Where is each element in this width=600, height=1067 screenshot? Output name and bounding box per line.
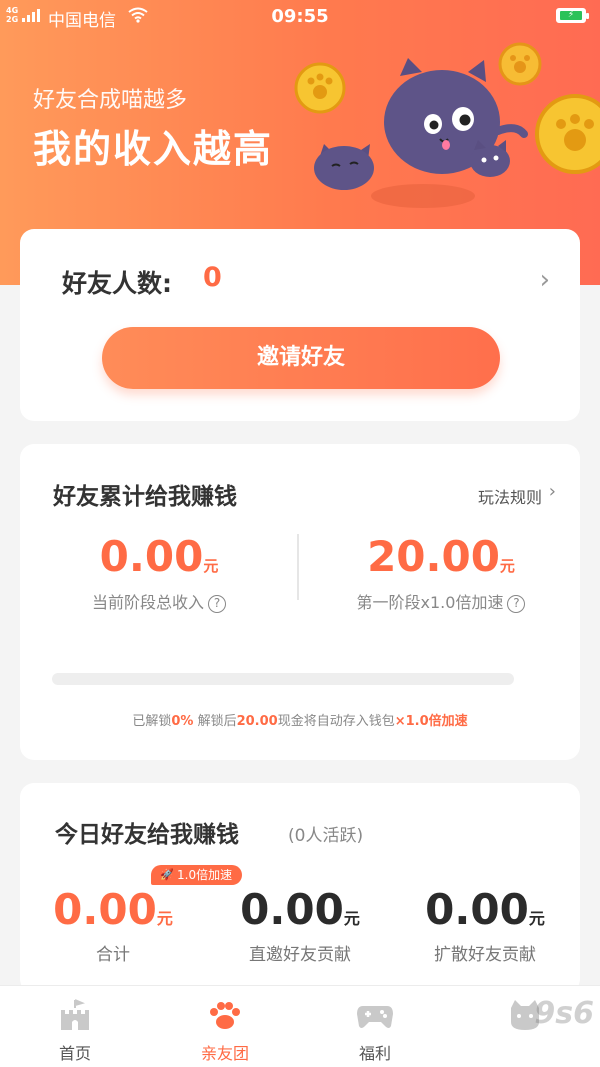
help-icon[interactable]: ? [208, 595, 226, 613]
chevron-right-icon[interactable]: › [549, 481, 556, 502]
rules-link[interactable]: 玩法规则 [478, 484, 542, 508]
chevron-right-icon[interactable]: › [540, 265, 550, 295]
stat-caption: 第一阶段x1.0倍加速 [356, 593, 504, 612]
stat-unit: 元 [343, 909, 360, 928]
stat-unit: 元 [528, 909, 545, 928]
small-cat-icon [470, 140, 510, 177]
hero-subtitle: 好友合成喵越多 [33, 88, 188, 113]
cumulative-earnings-title: 好友累计给我赚钱 [53, 484, 237, 510]
gold-coin-icon [498, 42, 542, 86]
today-earnings-title: 今日好友给我赚钱 [55, 822, 239, 848]
today-earnings-card: 今日好友给我赚钱 (0人活跃) 🚀 1.0倍加速 0.00元 合计 0.00元 直… [20, 783, 580, 993]
stat-value: 20.00 [367, 532, 500, 581]
small-cat-icon [314, 144, 374, 190]
tab-label: 首页 [58, 1044, 91, 1063]
friends-card: 好友人数: 0 › 邀请好友 [20, 229, 580, 421]
friend-count-value: 0 [203, 262, 222, 293]
stage-target: 20.00元 第一阶段x1.0倍加速? [302, 532, 580, 613]
rocket-icon: 🚀 [160, 868, 174, 881]
tab-label: 福利 [358, 1044, 391, 1063]
direct-invite-contribution: 0.00元 直邀好友贡献 [207, 885, 393, 965]
invite-friends-button[interactable]: 邀请好友 [102, 327, 500, 389]
bottom-tab-bar: 首页 亲友团 福利 [0, 985, 600, 1067]
stat-value: 0.00 [425, 885, 529, 934]
stat-unit: 元 [156, 909, 173, 928]
help-icon[interactable]: ? [507, 595, 526, 613]
status-bar: 4G 2G 中国电信 09:55 ⚡ [0, 0, 600, 36]
hero-title: 我的收入越高 [33, 127, 274, 171]
gold-coin-icon [294, 62, 346, 114]
stat-value: 0.00 [99, 532, 204, 581]
castle-icon [61, 999, 89, 1030]
stat-unit: 元 [203, 557, 219, 575]
watermark: 9s6 [534, 996, 594, 1031]
unlock-progress-bar [52, 673, 514, 685]
friend-count-label: 好友人数: [62, 269, 172, 298]
active-friends-count: (0人活跃) [288, 826, 364, 846]
current-stage-income: 0.00元 当前阶段总收入? [20, 532, 298, 613]
spread-friends-contribution: 0.00元 扩散好友贡献 [392, 885, 578, 965]
gamepad-icon [357, 1006, 393, 1028]
stat-value: 0.00 [53, 885, 157, 934]
stat-caption: 直邀好友贡献 [249, 945, 351, 965]
cumulative-earnings-card: 好友累计给我赚钱 玩法规则 › 0.00元 当前阶段总收入? 20.00元 第一… [20, 444, 580, 760]
tab-home[interactable]: 首页 [0, 986, 150, 1067]
divider [297, 534, 299, 600]
unlock-note: 已解锁0% 解锁后20.00现金将自动存入钱包×1.0倍加速 [132, 714, 468, 729]
battery-icon: ⚡ [556, 8, 589, 23]
stat-caption: 扩散好友贡献 [434, 945, 536, 965]
tab-friends-group[interactable]: 亲友团 [150, 986, 300, 1067]
speed-badge: 🚀 1.0倍加速 [151, 865, 243, 885]
gold-coin-icon [535, 94, 600, 174]
tab-label: 亲友团 [200, 1044, 249, 1063]
stat-caption: 合计 [96, 945, 130, 965]
cat-mascot-illustration [294, 42, 600, 208]
tab-welfare[interactable]: 福利 [300, 986, 450, 1067]
stat-value: 0.00 [240, 885, 344, 934]
today-total: 0.00元 合计 [20, 885, 206, 965]
clock: 09:55 [271, 6, 329, 27]
stat-unit: 元 [499, 557, 515, 575]
paw-icon [210, 1002, 240, 1029]
stat-caption: 当前阶段总收入 [91, 593, 204, 612]
